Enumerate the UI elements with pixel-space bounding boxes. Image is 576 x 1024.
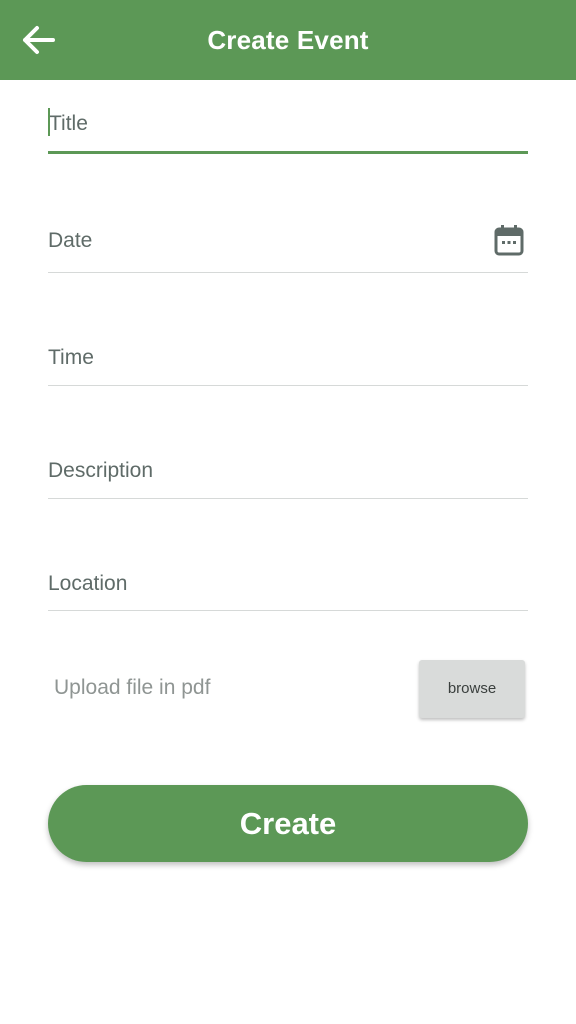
location-underline bbox=[48, 610, 528, 611]
time-field[interactable] bbox=[48, 338, 528, 388]
upload-label: Upload file in pdf bbox=[54, 676, 211, 699]
calendar-icon[interactable] bbox=[494, 224, 524, 256]
description-underline bbox=[48, 498, 528, 499]
title-field[interactable] bbox=[48, 104, 529, 156]
title-input[interactable] bbox=[48, 104, 529, 144]
time-underline bbox=[48, 385, 528, 386]
create-button[interactable]: Create bbox=[48, 785, 528, 862]
app-bar: Create Event bbox=[0, 0, 576, 80]
date-underline bbox=[48, 272, 528, 273]
title-underline bbox=[48, 151, 528, 154]
browse-button[interactable]: browse bbox=[419, 660, 525, 718]
page-title: Create Event bbox=[207, 25, 369, 55]
description-field[interactable] bbox=[48, 451, 528, 501]
create-event-screen: Create Event Upload file in bbox=[0, 0, 576, 1024]
text-cursor bbox=[48, 108, 50, 136]
date-input[interactable] bbox=[48, 220, 468, 262]
description-input[interactable] bbox=[48, 451, 528, 491]
location-input[interactable] bbox=[48, 564, 528, 604]
time-input[interactable] bbox=[48, 338, 528, 378]
location-field[interactable] bbox=[48, 564, 528, 614]
date-field[interactable] bbox=[48, 220, 528, 274]
